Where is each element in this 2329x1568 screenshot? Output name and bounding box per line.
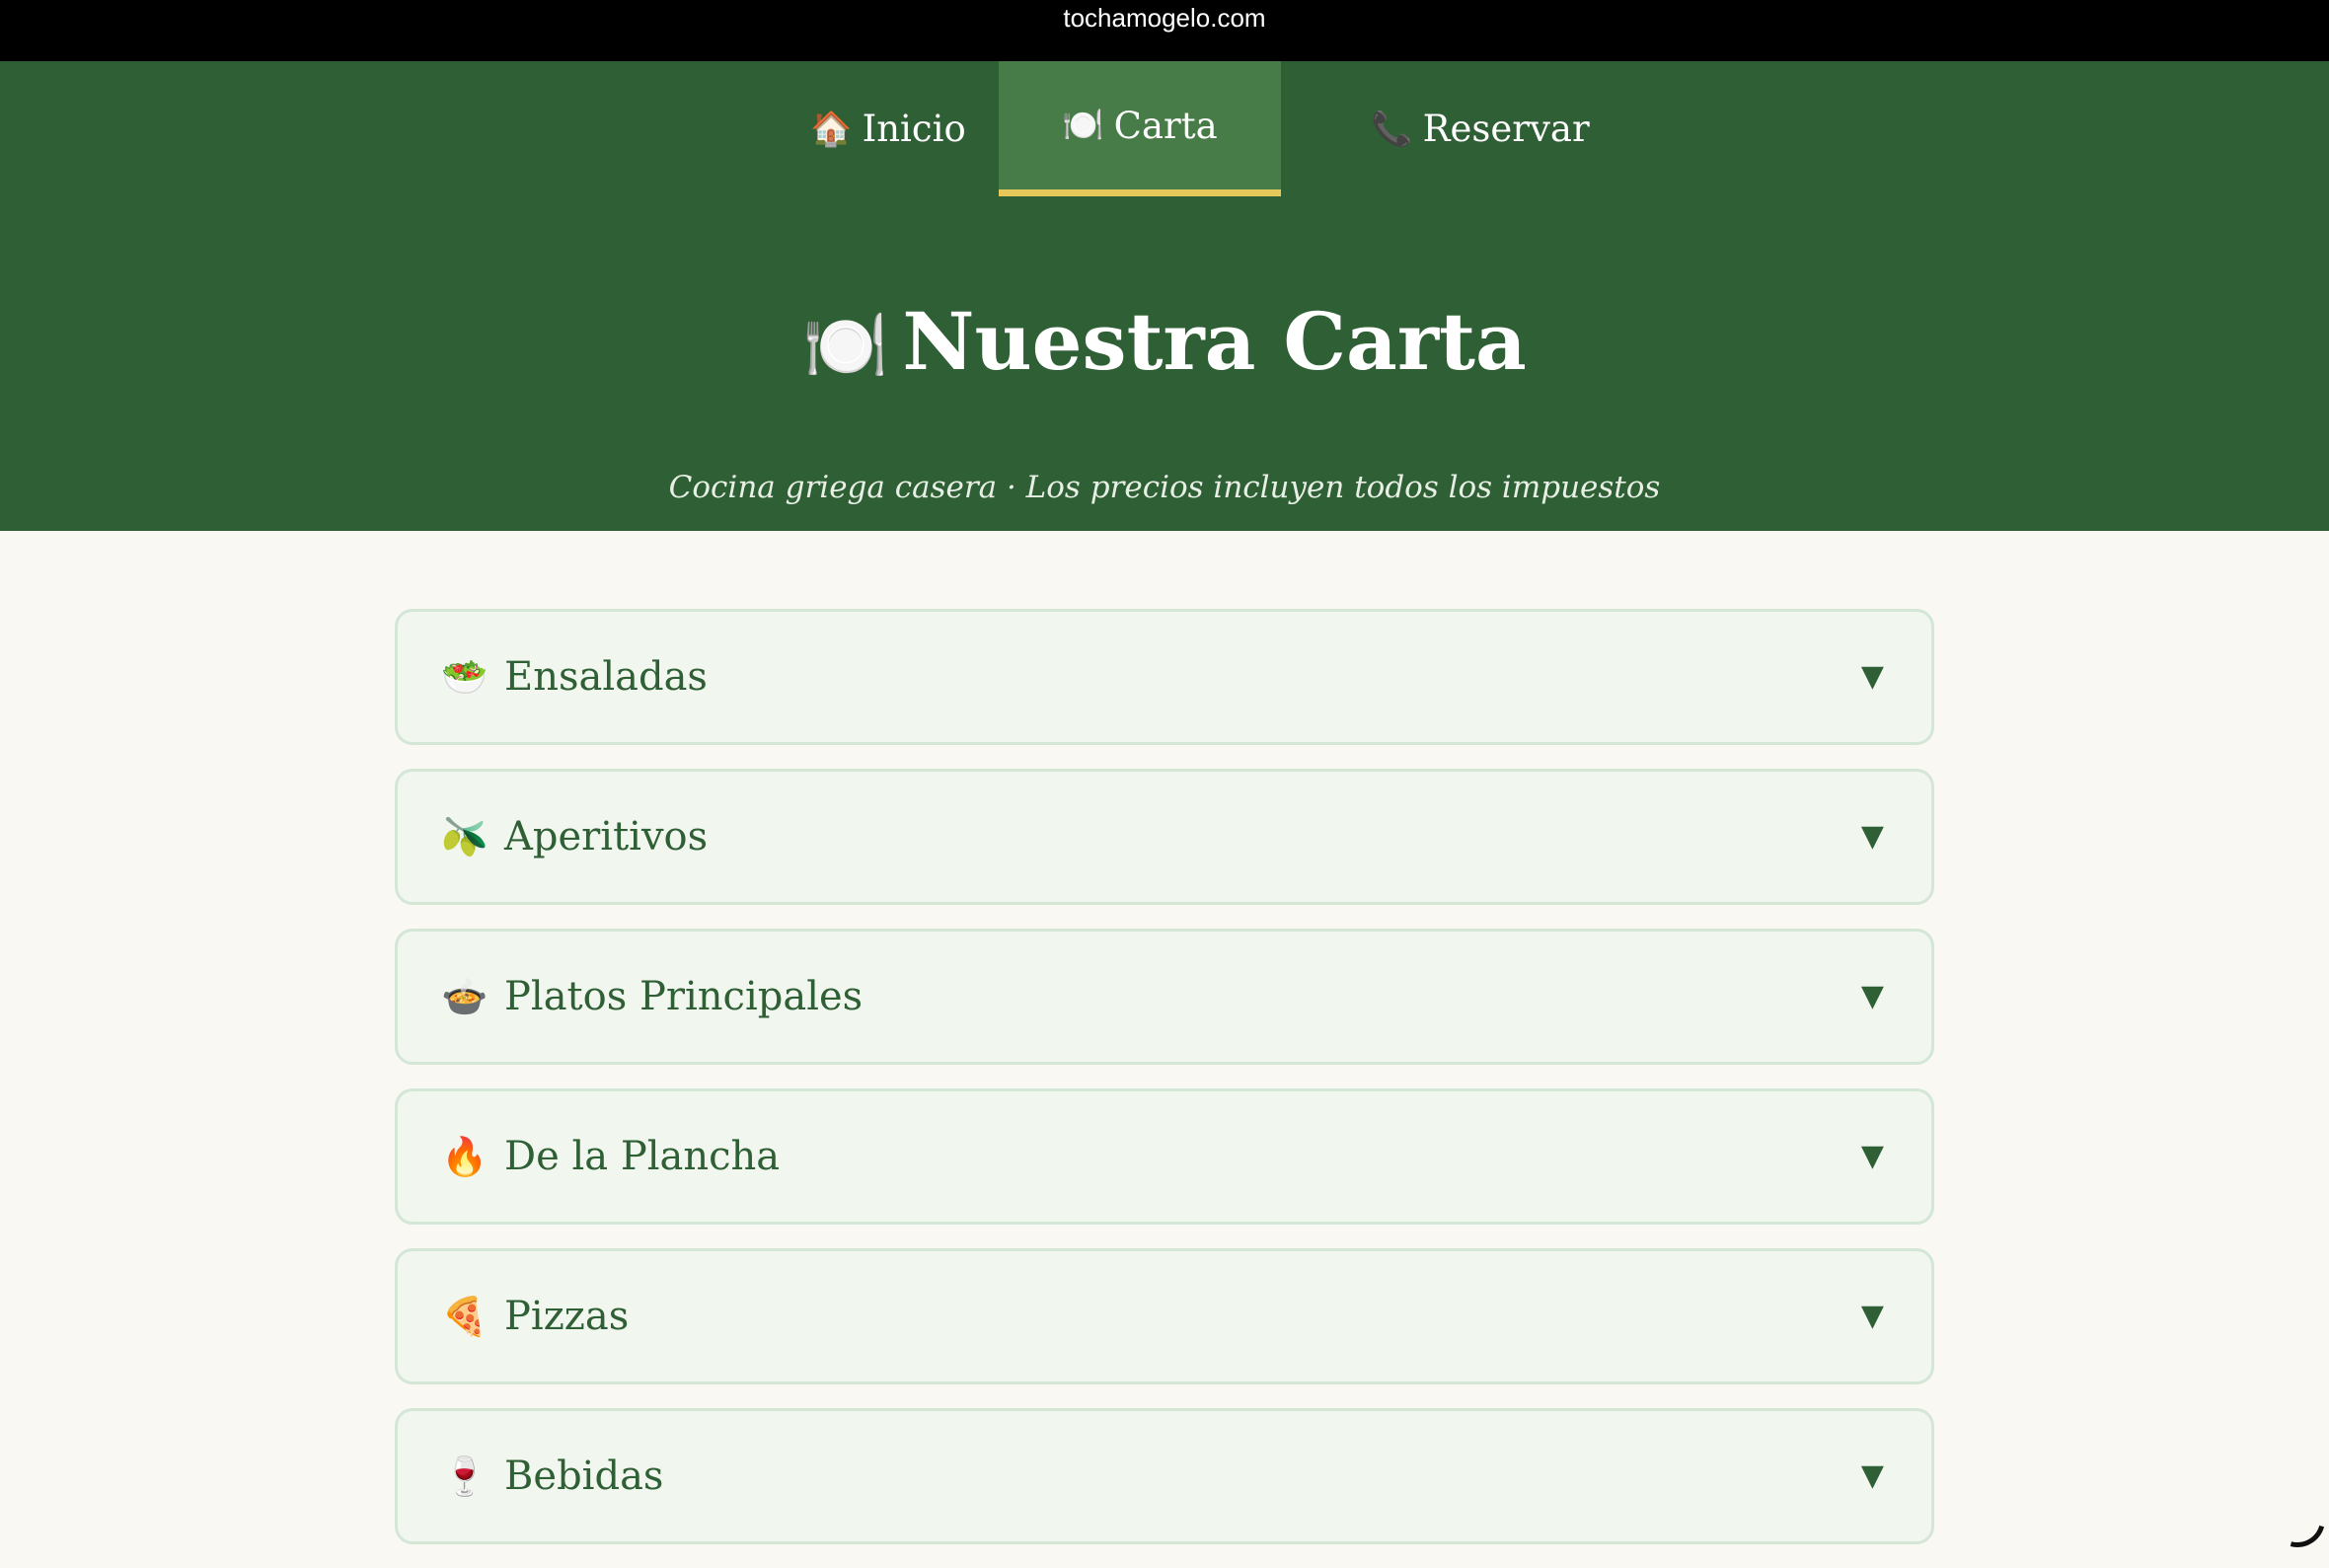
nav-item-label: Reservar bbox=[1422, 108, 1590, 150]
category-platos-principales[interactable]: 🍲 Platos Principales ▼ bbox=[395, 929, 1934, 1065]
chevron-down-icon: ▼ bbox=[1860, 1458, 1884, 1493]
nav-item-label: Inicio bbox=[862, 108, 966, 150]
page-title-text: Nuestra Carta bbox=[902, 295, 1527, 388]
nav-item-reservar[interactable]: 📞 Reservar bbox=[1332, 61, 1628, 196]
category-label: Pizzas bbox=[504, 1294, 630, 1339]
pizza-icon: 🍕 bbox=[441, 1295, 488, 1338]
nav-item-label: Carta bbox=[1113, 104, 1218, 147]
nav-item-inicio[interactable]: 🏠 Inicio bbox=[750, 61, 1026, 196]
main-nav: 🏠 Inicio 🍽️ Carta 📞 Reservar bbox=[0, 61, 2329, 196]
fire-icon: 🔥 bbox=[441, 1135, 488, 1178]
stew-icon: 🍲 bbox=[441, 975, 488, 1018]
loading-spinner-icon bbox=[2259, 1481, 2329, 1558]
house-icon: 🏠 bbox=[810, 109, 853, 149]
olive-icon: 🫒 bbox=[441, 815, 488, 859]
url-text: tochamogelo.com bbox=[1063, 3, 1266, 33]
category-label: Bebidas bbox=[504, 1454, 664, 1499]
category-label: Aperitivos bbox=[504, 814, 709, 859]
category-label: Platos Principales bbox=[504, 974, 864, 1019]
chevron-down-icon: ▼ bbox=[1860, 1299, 1884, 1333]
chevron-down-icon: ▼ bbox=[1860, 819, 1884, 854]
category-label: Ensaladas bbox=[504, 654, 708, 700]
category-de-la-plancha[interactable]: 🔥 De la Plancha ▼ bbox=[395, 1088, 1934, 1225]
category-bebidas[interactable]: 🍷 Bebidas ▼ bbox=[395, 1408, 1934, 1544]
category-label: De la Plancha bbox=[504, 1134, 781, 1179]
category-aperitivos[interactable]: 🫒 Aperitivos ▼ bbox=[395, 769, 1934, 905]
url-bar[interactable]: tochamogelo.com bbox=[0, 0, 2329, 61]
category-ensaladas[interactable]: 🥗 Ensaladas ▼ bbox=[395, 609, 1934, 745]
plate-icon: 🍽️ bbox=[1062, 106, 1104, 145]
phone-icon: 📞 bbox=[1371, 109, 1413, 149]
chevron-down-icon: ▼ bbox=[1860, 1139, 1884, 1173]
menu-categories: 🥗 Ensaladas ▼ 🫒 Aperitivos ▼ 🍲 Platos Pr… bbox=[395, 609, 1934, 1568]
nav-item-carta[interactable]: 🍽️ Carta bbox=[999, 61, 1281, 196]
chevron-down-icon: ▼ bbox=[1860, 659, 1884, 694]
page-subtitle: Cocina griega casera · Los precios inclu… bbox=[668, 470, 1661, 505]
category-pizzas[interactable]: 🍕 Pizzas ▼ bbox=[395, 1248, 1934, 1384]
page-title: 🍽️ Nuestra Carta bbox=[0, 292, 2329, 395]
site-header: 🏠 Inicio 🍽️ Carta 📞 Reservar 🍽️ Nuestra C… bbox=[0, 61, 2329, 531]
plate-icon: 🍽️ bbox=[802, 304, 889, 386]
chevron-down-icon: ▼ bbox=[1860, 979, 1884, 1013]
wine-icon: 🍷 bbox=[441, 1455, 488, 1498]
salad-icon: 🥗 bbox=[441, 655, 488, 699]
